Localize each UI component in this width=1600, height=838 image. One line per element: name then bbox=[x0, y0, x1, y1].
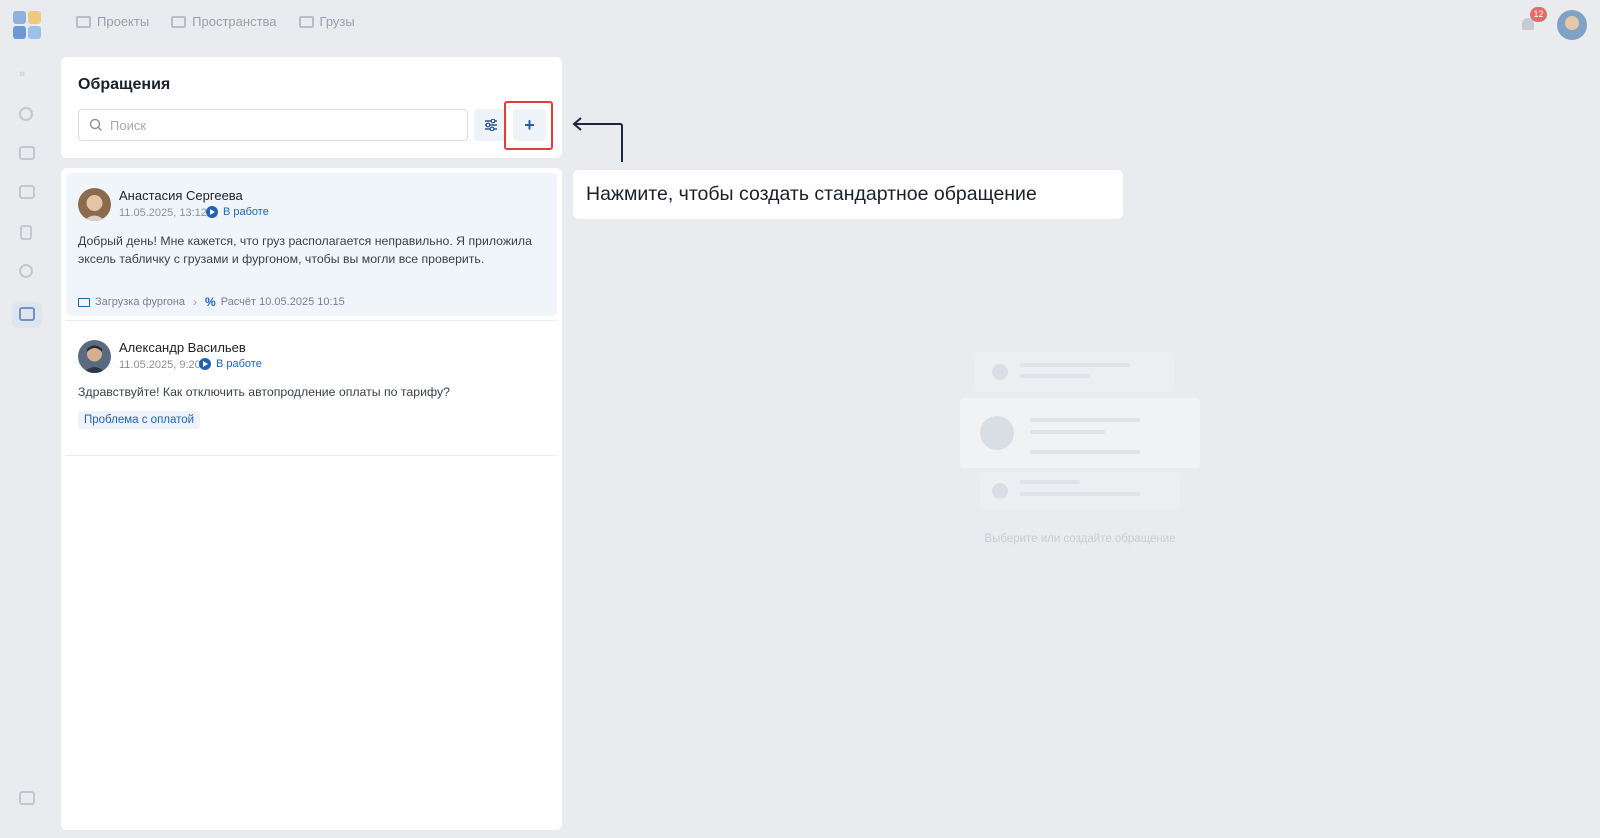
user-avatar[interactable] bbox=[1557, 10, 1587, 40]
cube-icon bbox=[171, 15, 187, 28]
collapse-icon[interactable]: » bbox=[19, 68, 35, 82]
sliders-icon bbox=[484, 119, 497, 131]
requests-header-panel: Обращения + bbox=[61, 57, 562, 158]
illustration-line bbox=[1020, 363, 1130, 367]
empty-state-text: Выберите или создайте обращение bbox=[984, 533, 1176, 545]
illustration-line bbox=[1020, 374, 1090, 378]
ticket-tag[interactable]: Проблема с оплатой bbox=[78, 411, 201, 429]
help-icon[interactable] bbox=[19, 264, 33, 278]
illustration-line bbox=[1020, 480, 1080, 484]
app-logo[interactable] bbox=[13, 11, 41, 39]
illustration-line bbox=[1030, 418, 1140, 422]
filter-button[interactable] bbox=[474, 109, 507, 141]
ticket-date: 11.05.2025, 13:12 bbox=[119, 207, 207, 219]
tooltip-callout: Нажмите, чтобы создать стандартное обращ… bbox=[573, 170, 1123, 219]
ticket-text: Здравствуйте! Как отключить автопродлени… bbox=[78, 385, 450, 399]
notification-badge: 12 bbox=[1530, 7, 1547, 22]
play-icon bbox=[206, 206, 218, 218]
nav-item-label: Пространства bbox=[192, 14, 277, 29]
top-bar: Проекты Пространства Грузы 12 bbox=[0, 0, 1600, 48]
add-button-highlight bbox=[504, 101, 553, 150]
status-badge: В работе bbox=[206, 206, 269, 218]
nav-item-spaces[interactable]: Пространства bbox=[171, 14, 277, 29]
image-icon[interactable] bbox=[19, 185, 35, 199]
status-label: В работе bbox=[223, 206, 269, 218]
logout-icon[interactable] bbox=[19, 791, 35, 805]
chevron-right-icon: › bbox=[193, 295, 198, 309]
percent-icon: % bbox=[205, 295, 216, 309]
search-input[interactable] bbox=[110, 117, 450, 133]
nav-item-label: Грузы bbox=[319, 14, 355, 29]
status-label: В работе bbox=[216, 358, 262, 370]
folder-icon bbox=[76, 15, 91, 28]
empty-state: Выберите или создайте обращение bbox=[900, 280, 1260, 560]
avatar bbox=[78, 188, 111, 221]
person-icon bbox=[992, 483, 1008, 499]
illustration-line bbox=[1030, 430, 1105, 434]
divider bbox=[66, 320, 557, 321]
folder-icon bbox=[78, 297, 90, 307]
requests-list-panel: Анастасия Сергеева 11.05.2025, 13:12 В р… bbox=[61, 168, 562, 830]
person-icon bbox=[980, 416, 1014, 450]
project-link[interactable]: Загрузка фургона bbox=[95, 296, 185, 308]
calculation-link[interactable]: Расчёт 10.05.2025 10:15 bbox=[221, 296, 345, 308]
nav-item-label: Проекты bbox=[97, 14, 150, 29]
chat-icon[interactable] bbox=[19, 307, 35, 321]
ticket-date: 11.05.2025, 9:20 bbox=[119, 359, 201, 371]
box-icon bbox=[298, 15, 314, 28]
search-box[interactable] bbox=[78, 109, 468, 141]
person-icon bbox=[992, 364, 1008, 380]
play-icon bbox=[199, 358, 211, 370]
nav-item-cargo[interactable]: Грузы bbox=[298, 14, 355, 29]
search-icon bbox=[89, 118, 102, 131]
divider bbox=[66, 455, 557, 456]
ticket-breadcrumb: Загрузка фургона › % Расчёт 10.05.2025 1… bbox=[78, 295, 345, 309]
ticket-author: Александр Васильев bbox=[119, 340, 246, 355]
nav-item-projects[interactable]: Проекты bbox=[76, 14, 149, 29]
avatar bbox=[78, 340, 111, 373]
illustration-line bbox=[1030, 450, 1140, 454]
user-icon[interactable] bbox=[19, 107, 33, 121]
illustration-line bbox=[1020, 492, 1140, 496]
ticket-author: Анастасия Сергеева bbox=[119, 188, 243, 203]
illustration-card bbox=[980, 472, 1180, 510]
document-icon[interactable] bbox=[20, 225, 32, 240]
page-title: Обращения bbox=[78, 76, 171, 93]
ticket-item[interactable]: Анастасия Сергеева 11.05.2025, 13:12 В р… bbox=[66, 173, 557, 316]
ticket-text: Добрый день! Мне кажется, что груз распо… bbox=[78, 234, 532, 266]
ticket-item[interactable]: Александр Васильев 11.05.2025, 9:20 В ра… bbox=[66, 325, 557, 449]
briefcase-icon[interactable] bbox=[19, 146, 35, 160]
top-nav: Проекты Пространства Грузы bbox=[76, 14, 355, 29]
status-badge: В работе bbox=[199, 358, 262, 370]
pointer-arrow-icon bbox=[572, 117, 623, 162]
